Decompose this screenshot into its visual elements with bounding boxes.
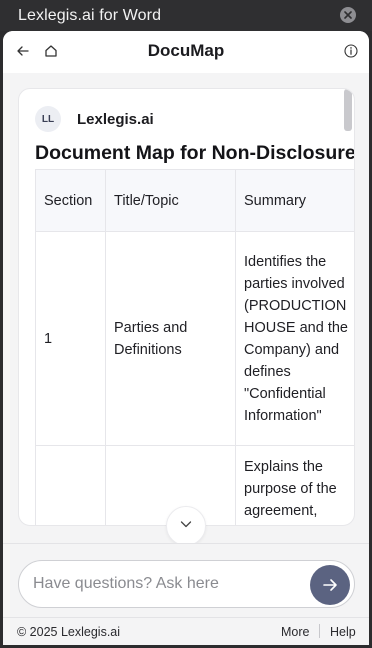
close-icon[interactable] (340, 7, 356, 23)
scroll-down-button[interactable] (166, 506, 206, 546)
info-icon[interactable] (343, 43, 359, 59)
header: DocuMap (3, 31, 369, 73)
cell-section (35, 445, 106, 525)
avatar: LL (35, 106, 61, 132)
cell-section: 1 (35, 231, 106, 446)
column-header-summary: Summary (235, 169, 354, 232)
table-header-row: Section Title/Topic Summary (35, 169, 354, 232)
window-title: Lexlegis.ai for Word (18, 6, 162, 24)
cell-summary: Identifies the parties involved (PRODUCT… (235, 231, 354, 446)
docmap-card: LL Lexlegis.ai Document Map for Non-Disc… (18, 88, 355, 526)
more-link[interactable]: More (281, 625, 309, 639)
footer: © 2025 Lexlegis.ai More Help (3, 617, 369, 645)
copyright-text: © 2025 Lexlegis.ai (17, 625, 121, 639)
column-header-title: Title/Topic (105, 169, 236, 232)
brand-name: Lexlegis.ai (77, 110, 154, 128)
page-title: DocuMap (147, 41, 225, 60)
footer-divider (319, 624, 320, 638)
card-scrollbar[interactable] (344, 89, 352, 131)
send-button[interactable] (310, 565, 350, 605)
brand: LL Lexlegis.ai (35, 105, 154, 133)
column-header-section: Section (35, 169, 106, 232)
window-titlebar: Lexlegis.ai for Word (0, 0, 372, 31)
table-row: 1 Parties and Definitions Identifies the… (35, 231, 354, 446)
cell-title: Parties and Definitions (105, 231, 236, 446)
document-map-table: Section Title/Topic Summary 1 Parties an… (35, 169, 354, 525)
help-link[interactable]: Help (330, 625, 356, 639)
ask-input[interactable] (31, 561, 301, 607)
cell-summary: Explains the purpose of the agreement, (235, 445, 354, 525)
ask-box (18, 560, 355, 608)
document-map-title: Document Map for Non-Disclosure Agreemen… (35, 142, 355, 164)
app-panel: DocuMap LL Lexlegis.ai Document Map for … (3, 31, 369, 645)
input-area (3, 543, 369, 617)
document-map-table-container[interactable]: Section Title/Topic Summary 1 Parties an… (35, 169, 354, 525)
arrow-right-icon (323, 579, 337, 591)
chevron-down-icon (179, 517, 193, 536)
